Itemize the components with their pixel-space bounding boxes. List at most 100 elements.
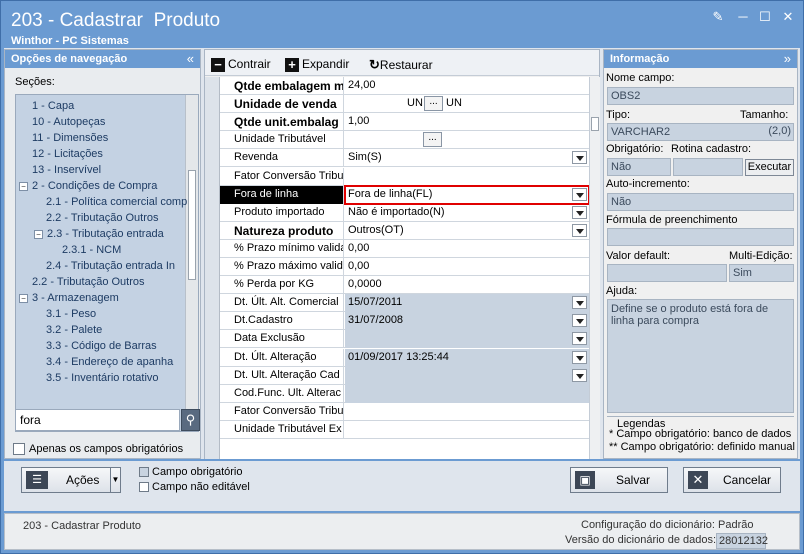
grid-row-label: Dt.Cadastro	[220, 312, 344, 331]
grid-scroll-thumb[interactable]	[591, 117, 599, 131]
status-bar: 203 - Cadastrar Produto Configuração do …	[4, 513, 800, 550]
tree-item[interactable]: 3.4 - Endereço de apanha	[46, 356, 173, 368]
grid-row[interactable]: Revenda Sim(S)	[220, 149, 589, 168]
lookup-button[interactable]: ...	[423, 132, 442, 148]
grid-row-value[interactable]	[345, 366, 589, 385]
grid-row[interactable]: Dt.Cadastro 31/07/2008	[220, 312, 589, 331]
grid-row-label: Unidade de venda	[220, 95, 344, 114]
grid-row-value[interactable]: 0,00	[345, 258, 589, 276]
grid-row-value[interactable]: 24,00	[345, 77, 589, 95]
tree-item[interactable]: 2 - Condições de Compra	[32, 180, 157, 192]
grid-row[interactable]: % Perda por KG 0,0000	[220, 276, 589, 295]
grid-row[interactable]: % Prazo máximo valida 0,00	[220, 258, 589, 276]
tree-item[interactable]: 2.1 - Política comercial comp	[46, 196, 187, 208]
tree-scroll-thumb[interactable]	[188, 170, 196, 280]
edit-icon[interactable]: ✎	[711, 10, 725, 24]
grid-row[interactable]: % Prazo mínimo valida 0,00	[220, 239, 589, 258]
grid-row-value[interactable]	[345, 384, 589, 403]
grid-row[interactable]: Cod.Func. Ult. Alterac	[220, 384, 589, 403]
grid-row[interactable]: Unidade Tributável Ex	[220, 420, 589, 439]
dropdown-arrow-icon[interactable]	[572, 368, 587, 382]
tree-expander-icon[interactable]: −	[19, 294, 28, 303]
tree-item[interactable]: 2.3 - Tributação entrada	[47, 228, 164, 240]
dropdown-arrow-icon[interactable]	[572, 187, 587, 201]
tree-item[interactable]: 11 - Dimensões	[32, 132, 108, 144]
collapse-panel-icon[interactable]: «	[187, 51, 194, 66]
only-required-checkbox[interactable]	[13, 443, 25, 455]
grid-row[interactable]: Unidade Tributável...	[220, 131, 589, 150]
tree-item[interactable]: 3.3 - Código de Barras	[46, 340, 157, 352]
grid-row-value[interactable]	[345, 330, 589, 349]
grid-value-text: Não é importado(N)	[348, 205, 445, 218]
grid-row-value[interactable]: 1,00	[345, 113, 589, 131]
minimize-icon[interactable]: ─	[736, 10, 750, 24]
actions-dropdown-icon[interactable]: ▼	[110, 468, 120, 492]
save-button[interactable]: ▣ Salvar	[570, 467, 668, 493]
tree-item[interactable]: 2.2 - Tributação Outros	[46, 212, 159, 224]
close-icon[interactable]: ✕	[781, 10, 795, 24]
actions-button[interactable]: ☰ Ações ▼	[21, 467, 121, 493]
tree-item[interactable]: 2.3.1 - NCM	[62, 244, 121, 256]
grid-row-value[interactable]: Sim(S)	[345, 149, 589, 167]
grid-row-value[interactable]: Outros(OT)	[345, 222, 589, 240]
collapse-button[interactable]: − Contrair	[211, 57, 271, 72]
grid-row[interactable]: Data Exclusão	[220, 330, 589, 349]
grid-row[interactable]: Dt. Ult. Alteração Cad	[220, 366, 589, 385]
collapse-info-icon[interactable]: »	[784, 51, 791, 66]
grid-row[interactable]: Fator Conversão Tribu	[220, 402, 589, 421]
grid-row-value[interactable]: Não é importado(N)	[345, 204, 589, 222]
grid-row-value[interactable]: Fora de linha(FL)	[344, 184, 589, 205]
grid-row-value[interactable]: 01/09/2017 13:25:44	[345, 348, 589, 367]
grid-row[interactable]: Unidade de venda UN... UN	[220, 95, 589, 114]
grid-row[interactable]: Natureza produto Outros(OT)	[220, 221, 589, 240]
grid-row[interactable]: Dt. Últ. Alteração 01/09/2017 13:25:44	[220, 348, 589, 367]
tree-item[interactable]: 3.5 - Inventário rotativo	[46, 372, 159, 384]
info-panel: Informação » Nome campo: OBS2 Tipo: Tama…	[603, 49, 798, 459]
grid-row-value[interactable]: ...	[345, 131, 589, 149]
tree-item[interactable]: 1 - Capa	[32, 100, 74, 112]
grid-row-value[interactable]	[345, 168, 589, 186]
dropdown-arrow-icon[interactable]	[572, 350, 587, 364]
tree-item[interactable]: 2.2 - Tributação Outros	[32, 276, 145, 288]
tree-item[interactable]: 3.1 - Peso	[46, 308, 96, 320]
search-icon[interactable]: ⚲	[181, 409, 200, 431]
cancel-button[interactable]: ✕ Cancelar	[683, 467, 781, 493]
grid-row[interactable]: Qtde unit.embalag 1,00	[220, 113, 589, 132]
grid-row-value[interactable]	[345, 403, 589, 421]
grid-row-value[interactable]: UN... UN	[345, 95, 589, 113]
lookup-button[interactable]: ...	[424, 96, 443, 112]
grid-row[interactable]: Dt. Últ. Alt. Comercial 15/07/2011	[220, 294, 589, 313]
grid-row[interactable]: Fora de linha Fora de linha(FL)	[220, 184, 589, 205]
tree-expander-icon[interactable]: −	[34, 230, 43, 239]
tree-item[interactable]: 13 - Inservível	[32, 164, 101, 176]
expand-button[interactable]: + Expandir	[285, 57, 349, 72]
tree-item[interactable]: 12 - Licitações	[32, 148, 103, 160]
grid-scrollbar[interactable]	[589, 77, 600, 459]
tree-item[interactable]: 2.4 - Tributação entrada In	[46, 260, 175, 272]
legend: Legendas * Campo obrigatório: banco de d…	[607, 416, 795, 456]
tree-expander-icon[interactable]: −	[19, 182, 28, 191]
dropdown-arrow-icon[interactable]	[572, 205, 587, 219]
tree-item[interactable]: 10 - Autopeças	[32, 116, 105, 128]
grid-row-value[interactable]: 15/07/2011	[345, 294, 589, 313]
dropdown-arrow-icon[interactable]	[572, 314, 587, 328]
grid-row[interactable]: Qtde embalagem m 24,00	[220, 77, 589, 95]
restore-button[interactable]: ↻Restaurar	[369, 57, 433, 73]
dropdown-arrow-icon[interactable]	[572, 296, 587, 310]
search-input[interactable]: fora	[15, 409, 180, 431]
grid-row-value[interactable]: 0,0000	[345, 276, 589, 294]
tree-item[interactable]: 3 - Armazenagem	[32, 292, 119, 304]
cancel-label: Cancelar	[723, 473, 772, 487]
tree-scrollbar[interactable]	[185, 95, 198, 431]
dropdown-arrow-icon[interactable]	[572, 151, 587, 165]
maximize-icon[interactable]: ☐	[758, 10, 772, 24]
tree-item[interactable]: 3.2 - Palete	[46, 324, 102, 336]
grid-row-value[interactable]	[345, 421, 589, 439]
execute-button[interactable]: Executar	[745, 159, 794, 176]
grid-row[interactable]: Fator Conversão Tribu	[220, 167, 589, 186]
dropdown-arrow-icon[interactable]	[572, 223, 587, 237]
grid-row[interactable]: Produto importado Não é importado(N)	[220, 203, 589, 222]
grid-row-value[interactable]: 31/07/2008	[345, 312, 589, 331]
dropdown-arrow-icon[interactable]	[572, 332, 587, 346]
grid-row-value[interactable]: 0,00	[345, 240, 589, 258]
